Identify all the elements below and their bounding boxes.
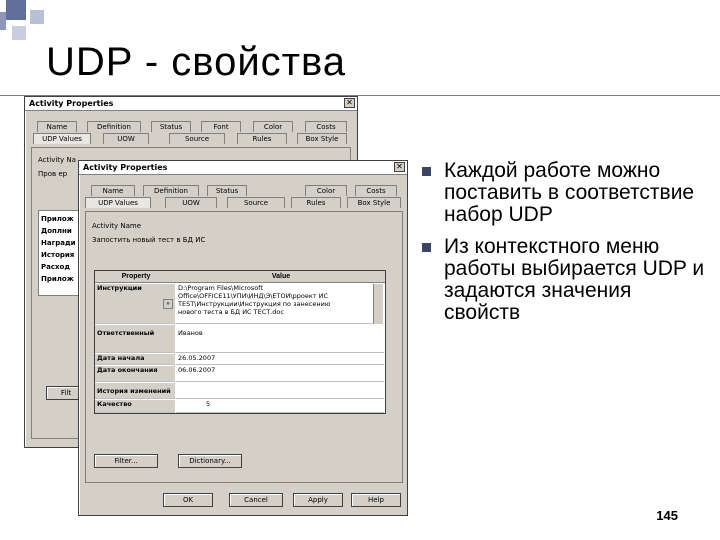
row-dropdown-arrow-icon[interactable]: » <box>163 299 173 309</box>
ok-button[interactable]: OK <box>163 493 213 507</box>
tab-udp-values[interactable]: UDP Values <box>85 197 151 208</box>
tab-status[interactable]: Status <box>151 121 191 132</box>
apply-button[interactable]: Apply <box>293 493 343 507</box>
tab-status[interactable]: Status <box>207 185 247 196</box>
bullet-square-icon <box>422 167 431 176</box>
bullet-text: Из контекстного меню работы выбирается U… <box>444 235 705 324</box>
grid-row-value[interactable]: 5 <box>176 400 384 413</box>
bullet-square-icon <box>422 243 431 252</box>
bullet-item: Каждой работе можно поставить в соответс… <box>420 160 710 226</box>
tab-costs[interactable]: Costs <box>355 185 397 196</box>
activity-name-label: Activity Name <box>92 222 142 230</box>
list-item: Награди <box>41 239 76 247</box>
filter-button[interactable]: Filter... <box>94 454 158 468</box>
grid-row-value[interactable]: 06.06.2007 <box>176 366 384 382</box>
tab-font[interactable]: Font <box>201 121 241 132</box>
help-button[interactable]: Help <box>351 493 401 507</box>
bullet-list: Каждой работе можно поставить в соответс… <box>420 160 710 334</box>
tab-source[interactable]: Source <box>169 133 225 144</box>
grid-row-property[interactable]: Качество <box>95 400 175 413</box>
tab-uow[interactable]: UOW <box>165 197 217 208</box>
page-number: 145 <box>656 508 678 523</box>
activity-name-value: Запостить новый тест в БД ИС <box>92 236 206 244</box>
decor-square <box>6 0 26 20</box>
dialog-titlebar: Activity Properties ✕ <box>25 97 357 111</box>
tab-costs[interactable]: Costs <box>305 121 347 132</box>
grid-row-value[interactable] <box>176 383 384 399</box>
dialog-title: Activity Properties <box>83 163 168 172</box>
tab-color[interactable]: Color <box>305 185 347 196</box>
cancel-button[interactable]: Cancel <box>229 493 283 507</box>
dictionary-button[interactable]: Dictionary... <box>178 454 242 468</box>
grid-row-value[interactable]: D:\Program Files\Microsoft Office\OFFICE… <box>176 284 372 324</box>
activity-properties-dialog: Activity Properties ✕ Name Definition St… <box>78 160 408 516</box>
dialog-title: Activity Properties <box>29 99 114 108</box>
tab-definition[interactable]: Definition <box>87 121 141 132</box>
grid-row-value[interactable]: 26.05.2007 <box>176 354 384 365</box>
checker-label: Пров ер <box>38 170 68 178</box>
grid-row-property[interactable]: Дата окончания <box>95 366 175 382</box>
tab-udp-values[interactable]: UDP Values <box>33 133 91 144</box>
udp-grid: Property Value Инструкции D:\Program Fil… <box>94 270 386 414</box>
grid-row-property[interactable]: История изменений <box>95 383 175 399</box>
bullet-item: Из контекстного меню работы выбирается U… <box>420 236 710 324</box>
tab-strip: Name Definition Status Color Costs UDP V… <box>85 185 405 211</box>
activity-name-label: Activity Na <box>38 156 76 164</box>
close-icon[interactable]: ✕ <box>344 98 355 108</box>
list-item: Расход <box>41 263 70 271</box>
close-icon[interactable]: ✕ <box>394 162 405 172</box>
tab-rules[interactable]: Rules <box>291 197 341 208</box>
tab-box-style[interactable]: Box Style <box>347 197 401 208</box>
grid-row-property[interactable]: Ответственный <box>95 325 175 353</box>
bullet-text: Каждой работе можно поставить в соответс… <box>444 159 695 226</box>
list-item: История <box>41 251 75 259</box>
decor-square <box>12 26 26 40</box>
list-item: Доплни <box>41 227 72 235</box>
tab-definition[interactable]: Definition <box>143 185 199 196</box>
tab-strip: Name Definition Status Font Color Costs … <box>33 121 353 147</box>
tab-color[interactable]: Color <box>253 121 293 132</box>
tab-name[interactable]: Name <box>37 121 77 132</box>
tab-box-style[interactable]: Box Style <box>297 133 347 144</box>
tab-name[interactable]: Name <box>91 185 135 196</box>
tab-pane: Activity Name Запостить новый тест в БД … <box>85 211 403 483</box>
list-item: Прилож <box>41 215 74 223</box>
grid-row-value[interactable]: Иванов <box>176 325 384 353</box>
grid-row-property[interactable]: Дата начала <box>95 354 175 365</box>
grid-header-property: Property <box>95 271 177 283</box>
tab-rules[interactable]: Rules <box>237 133 287 144</box>
grid-header-value: Value <box>177 271 385 283</box>
dialog-titlebar: Activity Properties ✕ <box>79 161 407 175</box>
list-item: Прилож <box>41 275 74 283</box>
slide-title: UDP - свойства <box>46 40 347 84</box>
decor-square <box>30 10 44 24</box>
tab-source[interactable]: Source <box>227 197 285 208</box>
tab-uow[interactable]: UOW <box>103 133 149 144</box>
value-list-scrollbar[interactable] <box>373 284 383 324</box>
